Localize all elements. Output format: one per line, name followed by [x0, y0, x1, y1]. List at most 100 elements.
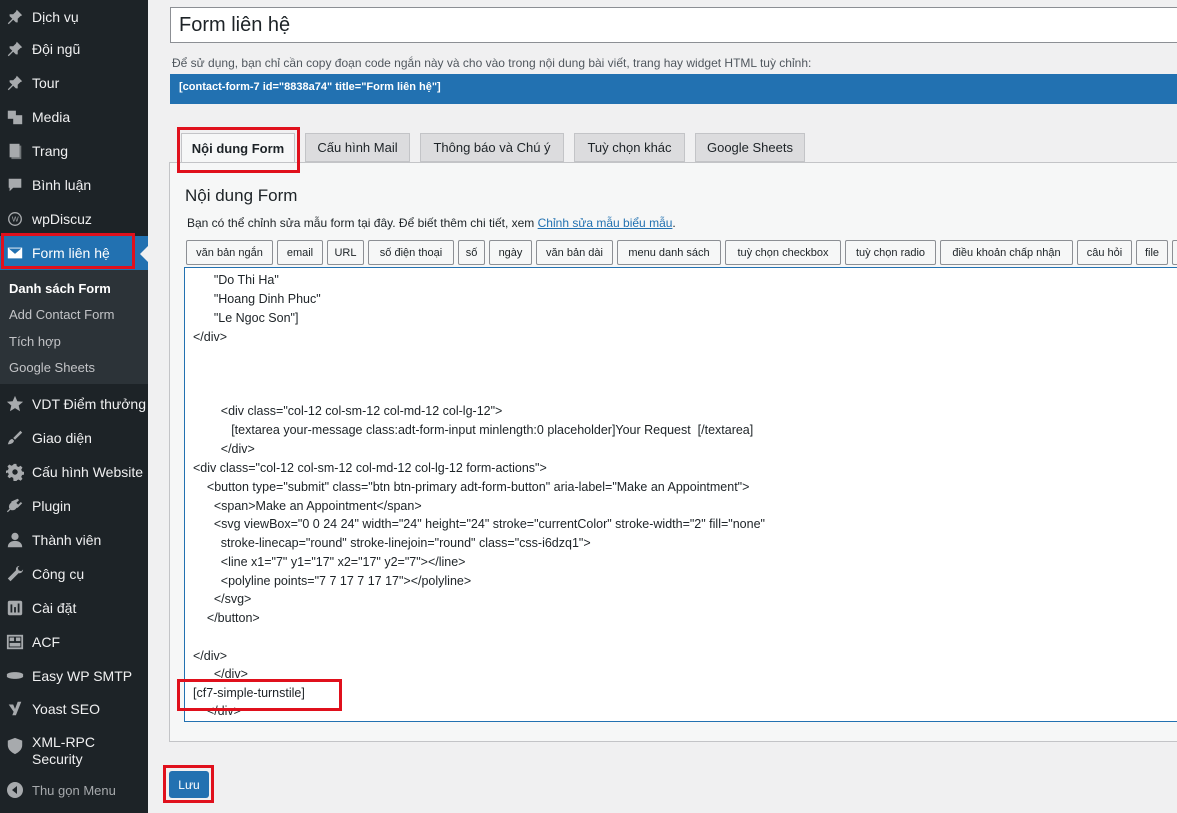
tag-button-dieu-khoan-chap-nhan[interactable]: điều khoản chấp nhận [940, 240, 1073, 265]
tag-button-tuy-chon-checkbox[interactable]: tuỳ chọn checkbox [725, 240, 841, 265]
menu-item-giao-dien[interactable]: Giao diện [0, 421, 148, 455]
menu-item-vdt-diem-thuong[interactable]: VDT Điểm thưởng [0, 387, 148, 421]
menu-item-cong-cu[interactable]: Công cụ [0, 557, 148, 591]
form-title-input[interactable] [170, 7, 1177, 43]
wrench-icon [5, 564, 25, 584]
code-line: </div> [193, 649, 228, 663]
menu-item-label: Trang [32, 143, 69, 159]
wpdiscuz-icon: W [5, 209, 25, 229]
panel-description-text: Bạn có thể chỉnh sửa mẫu form tại đây. Đ… [187, 216, 538, 230]
code-line: <polyline points="7 7 17 7 17 17"></poly… [193, 574, 472, 588]
menu-item-label: VDT Điểm thưởng [32, 396, 146, 412]
submenu-google-sheets[interactable]: Google Sheets [9, 360, 95, 375]
tag-button-van-ban-dai[interactable]: văn bản dài [536, 240, 613, 265]
menu-item-media[interactable]: Media [0, 100, 148, 134]
menu-item-label: Giao diện [32, 430, 92, 446]
code-line: <line x1="7" y1="17" x2="17" y2="7"></li… [193, 555, 466, 569]
save-button[interactable]: Lưu [169, 771, 209, 798]
collapse-menu-button[interactable]: Thu gọn Menu [0, 782, 116, 798]
menu-item-wpdiscuz[interactable]: W wpDiscuz [0, 202, 148, 236]
code-line: </div> [193, 704, 241, 718]
menu-item-label: ACF [32, 634, 60, 650]
tag-button-url[interactable]: URL [327, 240, 364, 265]
code-line: [textarea your-message class:adt-form-in… [193, 423, 754, 437]
panel-description-end: . [672, 216, 676, 230]
media-icon [5, 107, 25, 127]
menu-item-label: XML-RPC Security [32, 734, 96, 767]
smtp-icon [5, 666, 25, 686]
menu-item-form-lien-he[interactable]: Form liên hệ [0, 236, 148, 270]
submenu-add-contact-form[interactable]: Add Contact Form [9, 307, 115, 322]
submenu-danh-sach-form[interactable]: Danh sách Form [9, 281, 111, 296]
tag-button-so-dien-thoai[interactable]: số điện thoại [368, 240, 454, 265]
grid-icon [5, 632, 25, 652]
tag-button-tuy-chon-radio[interactable]: tuỳ chọn radio [845, 240, 936, 265]
pin-icon [5, 7, 25, 27]
tab-tuy-chon-khac[interactable]: Tuỳ chọn khác [574, 133, 685, 162]
panel-description: Bạn có thể chỉnh sửa mẫu form tại đây. Đ… [187, 216, 676, 230]
menu-item-xml-rpc-security[interactable]: XML-RPC Security [0, 734, 148, 778]
menu-item-dich-vu[interactable]: Dịch vụ [0, 0, 148, 34]
menu-item-label: Media [32, 109, 71, 125]
menu-item-label: Dịch vụ [32, 9, 79, 25]
user-icon [5, 530, 25, 550]
tag-button-menu-danh-sach[interactable]: menu danh sách [617, 240, 721, 265]
tag-button-more[interactable] [1172, 240, 1177, 265]
menu-item-binh-luan[interactable]: Bình luận [0, 168, 148, 202]
menu-item-plugin[interactable]: Plugin [0, 489, 148, 523]
code-line: <div class="col-12 col-sm-12 col-md-12 c… [193, 461, 547, 475]
brush-icon [5, 428, 25, 448]
code-line: </svg> [193, 592, 252, 606]
menu-item-cai-dat[interactable]: Cài đặt [0, 591, 148, 625]
code-line: "Le Ngoc Son"] [193, 311, 299, 325]
tag-button-email[interactable]: email [277, 240, 323, 265]
mail-icon [5, 243, 25, 263]
edit-form-link[interactable]: Chỉnh sửa mẫu biểu mẫu [538, 216, 673, 230]
code-line: "Hoang Dinh Phuc" [193, 292, 321, 306]
code-line: </button> [193, 611, 260, 625]
panel-title: Nội dung Form [185, 186, 298, 205]
tab-noi-dung-form[interactable]: Nội dung Form [181, 133, 295, 163]
menu-item-label: Bình luận [32, 177, 92, 193]
tab-thong-bao-va-chu-y[interactable]: Thông báo và Chú ý [420, 133, 564, 162]
code-line-turnstile: [cf7-simple-turnstile] [193, 686, 305, 700]
code-line: <div class="col-12 col-sm-12 col-md-12 c… [193, 404, 503, 418]
tab-cau-hinh-mail[interactable]: Cấu hình Mail [305, 133, 410, 162]
gear-icon [5, 462, 25, 482]
settings-icon [5, 598, 25, 618]
plugin-icon [5, 496, 25, 516]
tag-button-ngay[interactable]: ngày [489, 240, 532, 265]
form-submenu: Danh sách Form Add Contact Form Tích hợp… [0, 270, 148, 384]
menu-item-thanh-vien[interactable]: Thành viên [0, 523, 148, 557]
active-indicator [140, 246, 148, 262]
menu-item-cau-hinh-website[interactable]: Cấu hình Website [0, 455, 148, 489]
code-line: <span>Make an Appointment</span> [193, 499, 422, 513]
star-icon [5, 394, 25, 414]
admin-sidebar: Dịch vụ Đội ngũ Tour Media Trang Bình lu… [0, 0, 148, 813]
tag-button-van-ban-ngan[interactable]: văn bản ngắn [186, 240, 273, 265]
tag-button-file[interactable]: file [1136, 240, 1168, 265]
code-line: <svg viewBox="0 0 24 24" width="24" heig… [193, 517, 765, 531]
menu-item-doi-ngu[interactable]: Đội ngũ [0, 32, 148, 66]
menu-item-label: Tour [32, 75, 60, 91]
tag-button-so[interactable]: số [458, 240, 485, 265]
shortcode-description: Để sử dụng, bạn chỉ cần copy đoạn code n… [172, 56, 812, 70]
menu-item-trang[interactable]: Trang [0, 134, 148, 168]
code-line: </div> [193, 330, 228, 344]
tag-button-cau-hoi[interactable]: câu hỏi [1077, 240, 1132, 265]
menu-item-label: Thành viên [32, 532, 102, 548]
shortcode-field[interactable]: [contact-form-7 id="8838a74" title="Form… [170, 74, 1177, 104]
collapse-icon [7, 782, 23, 798]
menu-item-easy-wp-smtp[interactable]: Easy WP SMTP [0, 659, 148, 693]
menu-item-label: wpDiscuz [32, 211, 92, 227]
menu-item-acf[interactable]: ACF [0, 625, 148, 659]
tab-google-sheets[interactable]: Google Sheets [695, 133, 805, 162]
form-template-textarea[interactable]: "Do Thi Ha" "Hoang Dinh Phuc" "Le Ngoc S… [184, 267, 1177, 722]
submenu-tich-hop[interactable]: Tích hợp [9, 334, 61, 349]
menu-item-tour[interactable]: Tour [0, 66, 148, 100]
menu-item-label: Yoast SEO [32, 701, 100, 717]
menu-item-yoast-seo[interactable]: Yoast SEO [0, 692, 148, 726]
svg-text:W: W [12, 215, 19, 224]
page-icon [5, 141, 25, 161]
code-line: stroke-linecap="round" stroke-linejoin="… [193, 536, 591, 550]
